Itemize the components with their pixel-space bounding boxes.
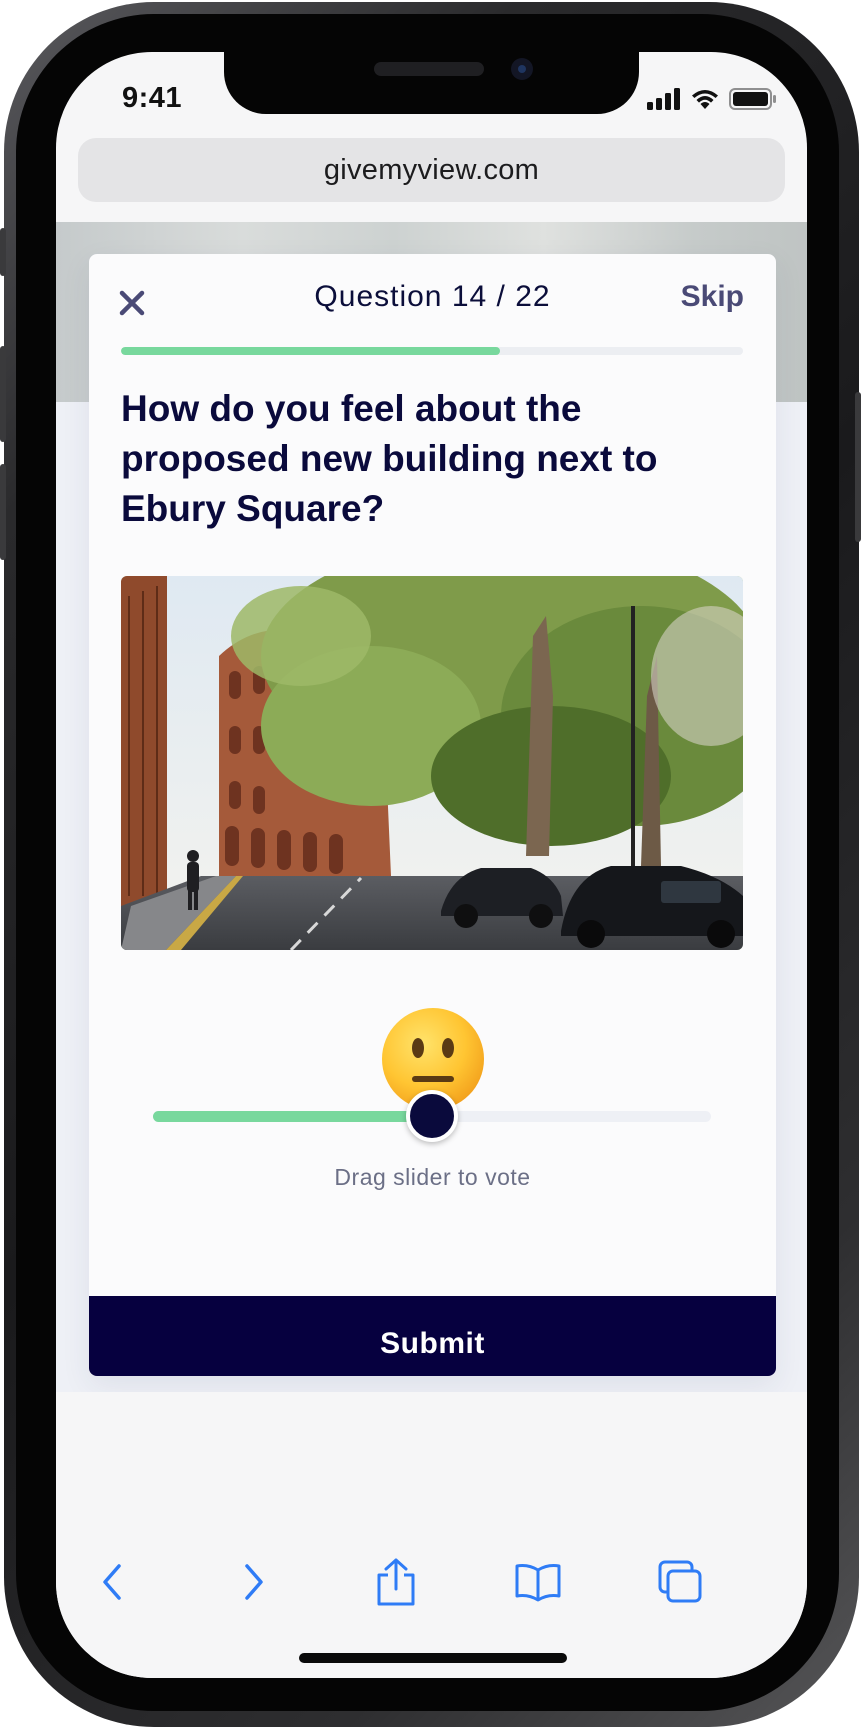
- bookmarks-icon: [515, 1564, 561, 1602]
- skip-button[interactable]: Skip: [681, 280, 744, 314]
- street-photo-icon: [121, 576, 743, 950]
- slider-hint: Drag slider to vote: [334, 1164, 531, 1190]
- camera-notch: [224, 52, 639, 114]
- forward-arrow-icon: [245, 1564, 263, 1600]
- speaker-grille: [374, 62, 484, 76]
- web-content: Question 14 / 22 Skip How do you feel ab…: [56, 222, 807, 1392]
- power-button: [855, 392, 861, 542]
- front-camera: [511, 58, 533, 80]
- bookmarks-button[interactable]: [508, 1552, 568, 1612]
- wifi-icon: [690, 88, 720, 115]
- url-text: givemyview.com: [323, 153, 540, 186]
- share-button[interactable]: [366, 1552, 426, 1612]
- volume-down-button: [0, 464, 6, 560]
- share-icon: [377, 1558, 415, 1606]
- status-time: 9:41: [122, 82, 183, 114]
- question-title: How do you feel about the proposed new b…: [121, 388, 658, 529]
- forward-button[interactable]: [224, 1552, 284, 1612]
- back-button[interactable]: [82, 1552, 142, 1612]
- tabs-icon: [658, 1560, 702, 1603]
- vote-slider[interactable]: [153, 1090, 711, 1142]
- slider-fill: [153, 1111, 432, 1122]
- phone-screen: 9:41 givemyview.com Question 14 / 22 Ski…: [56, 52, 807, 1678]
- battery-icon: [729, 88, 777, 115]
- status-icons: [647, 88, 777, 115]
- progress-bar-fill: [121, 347, 501, 355]
- survey-card: Question 14 / 22 Skip How do you feel ab…: [89, 254, 776, 1376]
- back-arrow-icon: [103, 1564, 121, 1600]
- cellular-signal-icon: [647, 88, 681, 115]
- tabs-button[interactable]: [650, 1552, 710, 1612]
- volume-up-button: [0, 346, 6, 442]
- progress-bar: [121, 347, 743, 355]
- mute-switch: [0, 228, 6, 276]
- address-bar[interactable]: givemyview.com: [78, 138, 785, 202]
- question-counter: Question 14 / 22: [314, 280, 551, 313]
- home-indicator: [299, 1653, 567, 1663]
- slider-thumb[interactable]: [406, 1090, 458, 1142]
- submit-button[interactable]: Submit: [89, 1296, 776, 1376]
